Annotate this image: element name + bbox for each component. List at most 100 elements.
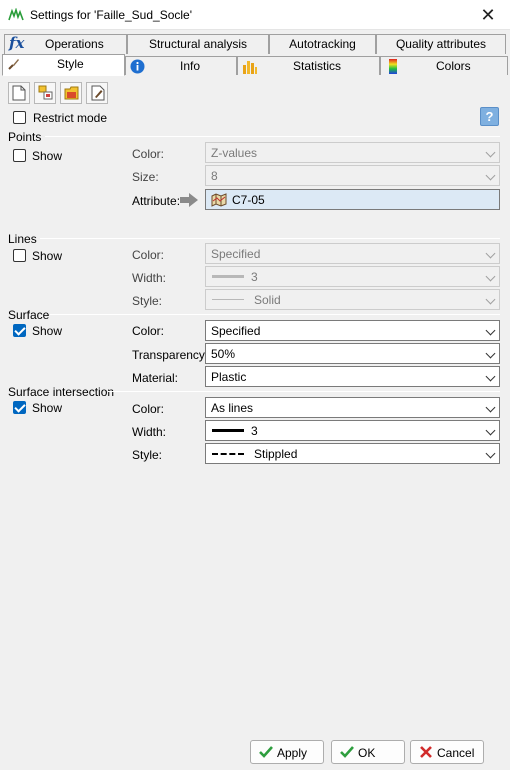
chevron-down-icon bbox=[485, 271, 496, 282]
select-value: Solid bbox=[254, 293, 281, 307]
check-icon bbox=[259, 746, 273, 758]
chevron-down-icon bbox=[485, 448, 496, 459]
chevron-down-icon bbox=[485, 371, 496, 382]
surface-transparency-select[interactable]: 50% bbox=[205, 343, 500, 364]
close-button[interactable]: ✕ bbox=[466, 0, 510, 30]
chevron-down-icon bbox=[485, 425, 496, 436]
intersection-style-label: Style: bbox=[132, 448, 163, 462]
map-icon bbox=[211, 193, 227, 207]
attribute-value: C7-05 bbox=[232, 193, 265, 207]
open-button[interactable] bbox=[60, 82, 82, 104]
close-icon: ✕ bbox=[480, 5, 496, 25]
intersection-style-select[interactable]: Stippled bbox=[205, 443, 500, 464]
info-icon bbox=[130, 59, 145, 74]
apply-button[interactable]: Apply bbox=[250, 740, 324, 764]
select-value: 8 bbox=[211, 169, 218, 183]
surface-transparency-label: Transparency: bbox=[132, 348, 209, 362]
lines-section-title: Lines bbox=[8, 232, 37, 246]
tab-structural-analysis[interactable]: Structural analysis bbox=[127, 34, 269, 54]
intersection-width-select[interactable]: 3 bbox=[205, 420, 500, 441]
folder-icon bbox=[64, 86, 79, 100]
select-value: 3 bbox=[251, 424, 258, 438]
lines-color-select[interactable]: Specified bbox=[205, 243, 500, 264]
cancel-button[interactable]: Cancel bbox=[410, 740, 484, 764]
lines-show-label: Show bbox=[32, 249, 63, 263]
points-attribute-label: Attribute: bbox=[132, 194, 181, 208]
select-value: Plastic bbox=[211, 370, 247, 384]
ok-label: OK bbox=[358, 746, 376, 760]
app-icon bbox=[8, 8, 24, 21]
ok-button[interactable]: OK bbox=[331, 740, 405, 764]
tab-style[interactable]: Style bbox=[2, 54, 125, 76]
cancel-label: Cancel bbox=[437, 746, 475, 760]
edit-document-icon bbox=[91, 85, 105, 101]
window-title: Settings for 'Faille_Sud_Socle' bbox=[30, 8, 193, 22]
brush-icon bbox=[8, 59, 19, 70]
line-width-sample bbox=[212, 275, 244, 278]
restrict-mode-label: Restrict mode bbox=[33, 111, 108, 125]
cancel-icon bbox=[420, 746, 432, 758]
tab-statistics[interactable]: Statistics bbox=[237, 56, 380, 76]
intersection-color-label: Color: bbox=[132, 402, 165, 416]
new-document-icon bbox=[12, 85, 26, 101]
lines-separator bbox=[40, 238, 500, 239]
copy-style-icon bbox=[38, 85, 53, 100]
tab-label: Autotracking bbox=[289, 37, 356, 51]
surface-show-checkbox[interactable] bbox=[13, 324, 26, 337]
intersection-section-title: Surface intersection bbox=[8, 385, 115, 399]
apply-label: Apply bbox=[277, 746, 308, 760]
copy-style-button[interactable] bbox=[34, 82, 56, 104]
points-section-title: Points bbox=[8, 130, 42, 144]
points-color-select[interactable]: Z-values bbox=[205, 142, 500, 163]
check-icon bbox=[340, 746, 354, 758]
points-size-select[interactable]: 8 bbox=[205, 165, 500, 186]
chevron-down-icon bbox=[485, 348, 496, 359]
restrict-mode-checkbox[interactable] bbox=[13, 111, 26, 124]
tab-strip: fx Operations Structural analysis Autotr… bbox=[0, 34, 510, 76]
lines-width-select[interactable]: 3 bbox=[205, 266, 500, 287]
surface-material-select[interactable]: Plastic bbox=[205, 366, 500, 387]
tab-label: Info bbox=[180, 59, 201, 73]
tab-quality-attributes[interactable]: Quality attributes bbox=[376, 34, 506, 54]
tab-label: Colors bbox=[436, 59, 471, 73]
tab-operations[interactable]: fx Operations bbox=[4, 34, 127, 54]
chevron-down-icon bbox=[485, 294, 496, 305]
select-value: Specified bbox=[211, 324, 261, 338]
intersection-separator bbox=[108, 391, 500, 392]
fx-icon: fx bbox=[9, 34, 25, 52]
points-attribute-field[interactable]: C7-05 bbox=[205, 189, 500, 210]
arrow-right-icon[interactable] bbox=[178, 191, 200, 209]
help-button[interactable]: ? bbox=[480, 107, 499, 126]
tab-autotracking[interactable]: Autotracking bbox=[269, 34, 376, 54]
lines-style-select[interactable]: Solid bbox=[205, 289, 500, 310]
line-style-sample bbox=[212, 299, 244, 300]
intersection-color-select[interactable]: As lines bbox=[205, 397, 500, 418]
tab-info[interactable]: Info bbox=[125, 56, 237, 76]
intersection-width-label: Width: bbox=[132, 425, 167, 439]
points-color-label: Color: bbox=[132, 147, 165, 161]
intersection-show-checkbox[interactable] bbox=[13, 401, 26, 414]
surface-section-title: Surface bbox=[8, 308, 50, 322]
points-show-checkbox[interactable] bbox=[13, 149, 26, 162]
bar-chart-icon bbox=[243, 61, 257, 74]
edit-button[interactable] bbox=[86, 82, 108, 104]
chevron-down-icon bbox=[485, 170, 496, 181]
lines-width-label: Width: bbox=[132, 271, 167, 285]
line-style-sample bbox=[212, 453, 244, 455]
surface-color-label: Color: bbox=[132, 324, 165, 338]
surface-separator bbox=[50, 314, 500, 315]
surface-color-select[interactable]: Specified bbox=[205, 320, 500, 341]
points-size-label: Size: bbox=[132, 170, 159, 184]
new-button[interactable] bbox=[8, 82, 30, 104]
surface-material-label: Material: bbox=[132, 371, 179, 385]
select-value: As lines bbox=[211, 401, 254, 415]
title-bar: Settings for 'Faille_Sud_Socle' ✕ bbox=[0, 0, 510, 30]
lines-show-checkbox[interactable] bbox=[13, 249, 26, 262]
tab-label: Style bbox=[57, 57, 84, 71]
chevron-down-icon bbox=[485, 325, 496, 336]
chevron-down-icon bbox=[485, 248, 496, 259]
surface-show-label: Show bbox=[32, 324, 63, 338]
select-value: Specified bbox=[211, 247, 261, 261]
tab-colors[interactable]: Colors bbox=[380, 56, 508, 76]
intersection-show-label: Show bbox=[32, 401, 63, 415]
